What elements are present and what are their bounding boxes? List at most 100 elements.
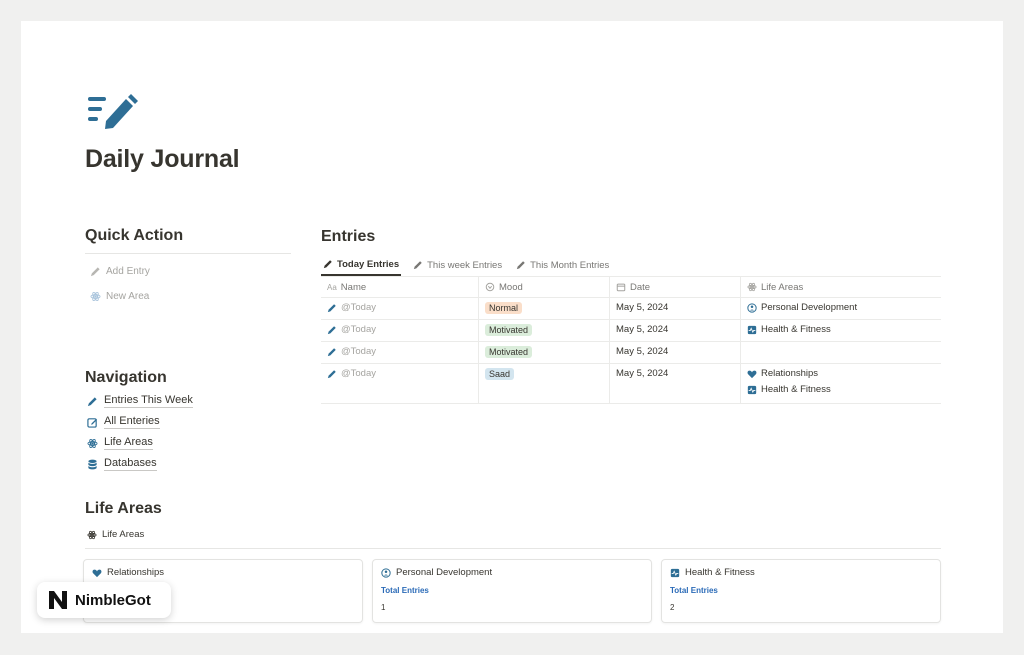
name-cell[interactable]: @Today: [321, 364, 479, 403]
column-header-label: Mood: [499, 281, 523, 293]
table-row[interactable]: @Today Motivated May 5, 2024 Health & Fi…: [321, 320, 941, 342]
pencil-icon: [87, 396, 97, 406]
life-area-card-health-fitness[interactable]: Health & Fitness Total Entries 2: [661, 559, 941, 623]
nav-item-label: All Enteries: [104, 415, 160, 429]
mood-cell[interactable]: Motivated: [479, 342, 610, 363]
notion-page: Daily Journal Quick Action Add Entry New…: [21, 21, 1003, 633]
mood-tag: Saad: [485, 368, 515, 380]
life-areas-cell[interactable]: Health & Fitness: [741, 320, 941, 341]
pencil-icon: [90, 266, 100, 276]
atom-icon: [87, 438, 98, 448]
atom-icon: [747, 282, 757, 292]
total-entries-label: Total Entries: [381, 586, 429, 595]
life-area-link[interactable]: Personal Development: [747, 302, 857, 313]
life-areas-link-label: Life Areas: [102, 529, 145, 540]
person-circle-icon: [747, 302, 757, 313]
entry-name: @Today: [341, 302, 376, 313]
life-area-link[interactable]: Relationships: [747, 368, 818, 379]
column-header-label: Life Areas: [761, 281, 804, 293]
table-row[interactable]: @Today Normal May 5, 2024 Personal Devel…: [321, 298, 941, 320]
entries-table: Aa Name Mood Date Life Areas @Today Norm…: [321, 276, 941, 404]
table-row[interactable]: @Today Saad May 5, 2024 Relationships He…: [321, 364, 941, 404]
date-cell[interactable]: May 5, 2024: [610, 320, 741, 341]
mood-cell[interactable]: Motivated: [479, 320, 610, 341]
life-area-label: Relationships: [761, 368, 819, 379]
tab-today-entries[interactable]: Today Entries: [321, 254, 402, 276]
nav-item-entries-this-week[interactable]: Entries This Week: [87, 394, 193, 408]
total-entries-value: 2: [670, 603, 675, 612]
nimblegot-logo-icon: [49, 591, 67, 609]
heartbeat-icon: [670, 568, 680, 577]
entry-name: @Today: [341, 346, 376, 357]
date-cell[interactable]: May 5, 2024: [610, 298, 741, 319]
text-type-icon: Aa: [327, 282, 337, 292]
entry-date: May 5, 2024: [616, 368, 669, 379]
new-area-button[interactable]: New Area: [85, 286, 154, 306]
column-header-label: Name: [340, 281, 367, 293]
entries-heading: Entries: [321, 228, 376, 245]
tab-label: This Month Entries: [530, 259, 610, 271]
add-entry-button[interactable]: Add Entry: [85, 261, 155, 281]
entry-date: May 5, 2024: [616, 324, 669, 335]
life-areas-cell[interactable]: Relationships Health & Fitness: [741, 364, 941, 403]
database-icon: [88, 459, 97, 469]
date-cell[interactable]: May 5, 2024: [610, 364, 741, 403]
life-areas-heading: Life Areas: [85, 500, 162, 517]
mood-tag: Motivated: [485, 324, 533, 336]
column-header-mood[interactable]: Mood: [479, 277, 610, 297]
card-title: Personal Development: [381, 567, 643, 578]
select-circle-icon: [485, 282, 495, 292]
nav-item-all-enteries[interactable]: All Enteries: [87, 415, 160, 429]
card-title: Relationships: [92, 567, 354, 578]
calendar-icon: [616, 283, 626, 292]
name-cell[interactable]: @Today: [321, 298, 479, 319]
pencil-icon: [413, 261, 422, 270]
pencil-icon: [323, 260, 332, 269]
life-area-link[interactable]: Health & Fitness: [747, 324, 831, 335]
life-areas-cell[interactable]: Personal Development: [741, 298, 941, 319]
column-header-name[interactable]: Aa Name: [321, 277, 479, 297]
life-areas-link[interactable]: Life Areas: [87, 529, 144, 540]
table-header-row: Aa Name Mood Date Life Areas: [321, 276, 941, 298]
add-entry-label: Add Entry: [106, 265, 150, 277]
column-header-life-areas[interactable]: Life Areas: [741, 277, 941, 297]
date-cell[interactable]: May 5, 2024: [610, 342, 741, 363]
quick-action-divider: [85, 253, 291, 254]
total-entries-value: 1: [381, 603, 386, 612]
atom-icon: [87, 530, 97, 539]
tab-this-month-entries[interactable]: This Month Entries: [514, 254, 611, 276]
column-header-label: Date: [630, 281, 651, 293]
life-area-label: Health & Fitness: [761, 324, 831, 335]
life-areas-cell[interactable]: [741, 342, 941, 363]
entry-name: @Today: [341, 368, 376, 379]
nav-item-label: Entries This Week: [104, 394, 193, 408]
table-row[interactable]: @Today Motivated May 5, 2024: [321, 342, 941, 364]
heart-shield-icon: [747, 370, 757, 378]
mood-cell[interactable]: Normal: [479, 298, 610, 319]
tab-label: Today Entries: [337, 258, 400, 270]
card-title-label: Personal Development: [396, 567, 493, 578]
new-area-label: New Area: [106, 290, 150, 302]
name-cell[interactable]: @Today: [321, 320, 479, 341]
person-circle-icon: [381, 567, 391, 578]
atom-icon: [90, 291, 101, 301]
nav-item-life-areas[interactable]: Life Areas: [87, 436, 153, 450]
entry-date: May 5, 2024: [616, 346, 669, 357]
pencil-icon: [327, 325, 336, 334]
card-title-label: Relationships: [107, 567, 165, 578]
life-area-card-personal-development[interactable]: Personal Development Total Entries 1: [372, 559, 652, 623]
total-entries-label: Total Entries: [670, 586, 718, 595]
life-area-label: Health & Fitness: [761, 384, 831, 395]
nav-item-databases[interactable]: Databases: [87, 457, 157, 471]
mood-tag: Normal: [485, 302, 523, 314]
mood-tag: Motivated: [485, 346, 533, 358]
entry-name: @Today: [341, 324, 376, 335]
entry-date: May 5, 2024: [616, 302, 669, 313]
name-cell[interactable]: @Today: [321, 342, 479, 363]
life-area-link[interactable]: Health & Fitness: [747, 384, 831, 395]
pencil-icon: [516, 261, 525, 270]
column-header-date[interactable]: Date: [610, 277, 741, 297]
tab-this-week-entries[interactable]: This week Entries: [411, 254, 504, 276]
mood-cell[interactable]: Saad: [479, 364, 610, 403]
nav-item-label: Life Areas: [104, 436, 153, 450]
